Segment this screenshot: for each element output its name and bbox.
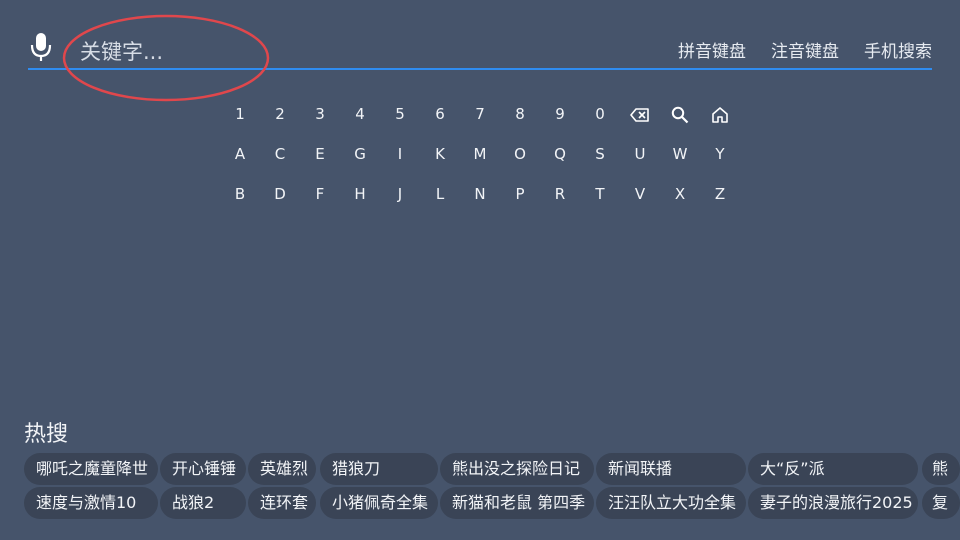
key-x[interactable]: X (660, 182, 700, 206)
key-r[interactable]: R (540, 182, 580, 206)
search-icon[interactable] (660, 102, 700, 126)
hot-search-chip[interactable]: 连环套 (248, 487, 316, 519)
key-2[interactable]: 2 (260, 102, 300, 126)
hot-search-chip[interactable]: 哪吒之魔童降世 (24, 453, 158, 485)
key-c[interactable]: C (260, 142, 300, 166)
input-mode-tabs: 拼音键盘 注音键盘 手机搜索 (678, 37, 932, 62)
zhuyin-keyboard-tab[interactable]: 注音键盘 (771, 37, 839, 62)
hot-search-chip[interactable]: 熊出没之探险日记 (440, 453, 594, 485)
hot-search-chip[interactable]: 猎狼刀 (320, 453, 438, 485)
key-l[interactable]: L (420, 182, 460, 206)
key-7[interactable]: 7 (460, 102, 500, 126)
key-u[interactable]: U (620, 142, 660, 166)
key-y[interactable]: Y (700, 142, 740, 166)
key-z[interactable]: Z (700, 182, 740, 206)
hot-search-chip[interactable]: 汪汪队立大功全集 (596, 487, 746, 519)
key-d[interactable]: D (260, 182, 300, 206)
key-q[interactable]: Q (540, 142, 580, 166)
backspace-icon[interactable] (620, 102, 660, 126)
key-k[interactable]: K (420, 142, 460, 166)
hot-search-chip[interactable]: 熊 (922, 453, 960, 485)
hot-search-chip[interactable]: 新猫和老鼠 第四季 (440, 487, 594, 519)
key-w[interactable]: W (660, 142, 700, 166)
key-f[interactable]: F (300, 182, 340, 206)
pinyin-keyboard-tab[interactable]: 拼音键盘 (678, 37, 746, 62)
key-j[interactable]: J (380, 182, 420, 206)
search-input[interactable]: 关键字... (80, 36, 163, 66)
key-8[interactable]: 8 (500, 102, 540, 126)
key-1[interactable]: 1 (220, 102, 260, 126)
key-h[interactable]: H (340, 182, 380, 206)
key-3[interactable]: 3 (300, 102, 340, 126)
hot-search-chip[interactable]: 小猪佩奇全集 (320, 487, 438, 519)
key-v[interactable]: V (620, 182, 660, 206)
home-icon[interactable] (700, 102, 740, 126)
key-n[interactable]: N (460, 182, 500, 206)
key-p[interactable]: P (500, 182, 540, 206)
key-b[interactable]: B (220, 182, 260, 206)
hot-search-title: 热搜 (24, 422, 69, 447)
key-9[interactable]: 9 (540, 102, 580, 126)
key-5[interactable]: 5 (380, 102, 420, 126)
hot-search-chip[interactable]: 速度与激情10 (24, 487, 158, 519)
key-i[interactable]: I (380, 142, 420, 166)
key-6[interactable]: 6 (420, 102, 460, 126)
key-a[interactable]: A (220, 142, 260, 166)
hot-search-chip[interactable]: 新闻联播 (596, 453, 746, 485)
key-m[interactable]: M (460, 142, 500, 166)
hot-search-chip[interactable]: 战狼2 (160, 487, 246, 519)
key-e[interactable]: E (300, 142, 340, 166)
key-s[interactable]: S (580, 142, 620, 166)
phone-search-tab[interactable]: 手机搜索 (864, 37, 932, 62)
hot-search-chip[interactable]: 大“反”派 (748, 453, 918, 485)
search-underline (28, 68, 932, 70)
key-t[interactable]: T (580, 182, 620, 206)
hot-search-chip[interactable]: 妻子的浪漫旅行2025 (748, 487, 918, 519)
key-o[interactable]: O (500, 142, 540, 166)
hot-search-chip[interactable]: 开心锤锤 (160, 453, 246, 485)
key-0[interactable]: 0 (580, 102, 620, 126)
key-g[interactable]: G (340, 142, 380, 166)
key-4[interactable]: 4 (340, 102, 380, 126)
hot-search-chip[interactable]: 英雄烈 (248, 453, 316, 485)
microphone-icon[interactable] (29, 31, 53, 63)
hot-search-chip[interactable]: 复 (922, 487, 960, 519)
